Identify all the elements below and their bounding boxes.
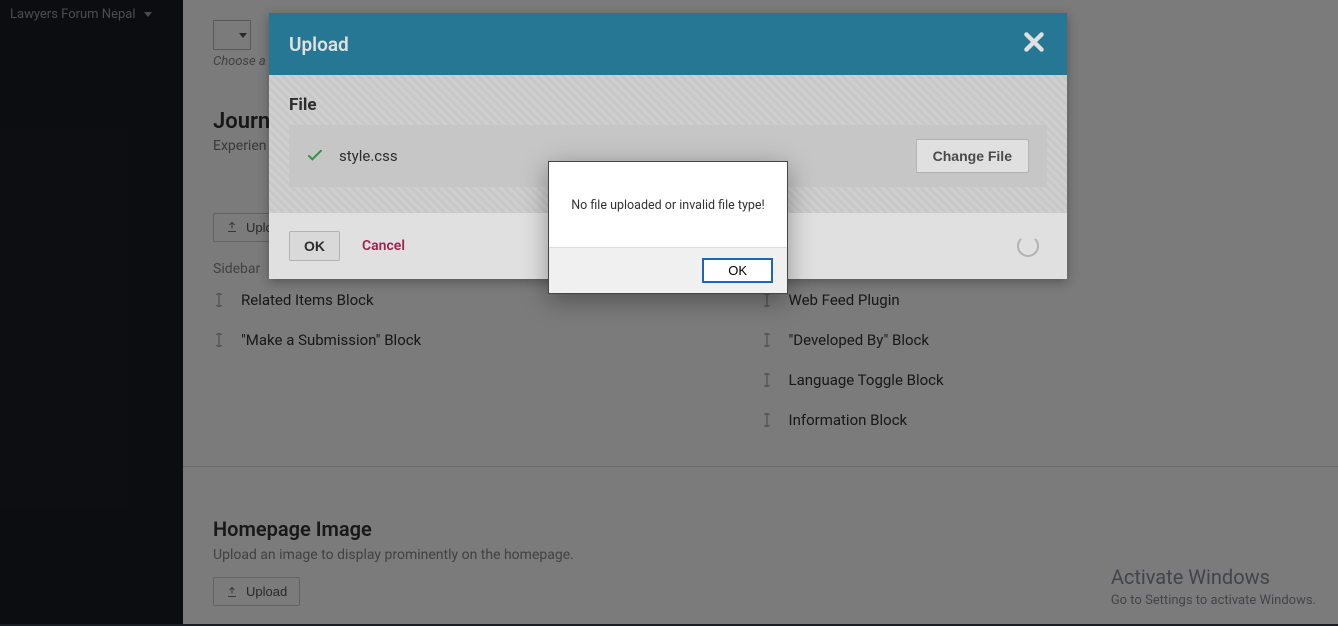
alert-ok-button[interactable]: OK — [702, 258, 773, 283]
alert-dialog: No file uploaded or invalid file type! O… — [548, 161, 788, 294]
alert-message: No file uploaded or invalid file type! — [549, 162, 787, 247]
alert-footer: OK — [549, 247, 787, 293]
alert-overlay — [0, 0, 1338, 624]
